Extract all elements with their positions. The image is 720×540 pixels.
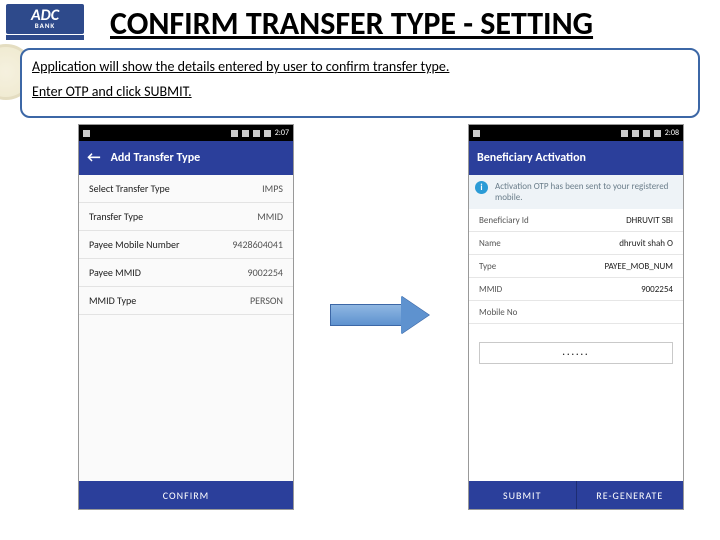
phone-screenshot-right: 2:08 Beneficiary Activation i Activation… [468, 124, 684, 510]
row-label: Payee MMID [89, 266, 141, 279]
footer-buttons: CONFIRM [79, 481, 293, 509]
detail-row: Payee Mobile Number 9428604041 [79, 231, 293, 259]
detail-row: Transfer Type MMID [79, 203, 293, 231]
phone-body: i Activation OTP has been sent to your r… [469, 175, 683, 481]
app-bar: Beneficiary Activation [469, 141, 683, 175]
back-arrow-icon[interactable]: ← [87, 151, 101, 166]
bank-logo: ADC BANK [6, 4, 84, 34]
detail-row: MMID 9002254 [469, 278, 683, 301]
otp-input[interactable]: ······ [479, 342, 673, 364]
detail-row: Name dhruvit shah O [469, 232, 683, 255]
detail-row: Select Transfer Type IMPS [79, 175, 293, 203]
status-bar: 2:08 [469, 125, 683, 141]
regenerate-button[interactable]: RE-GENERATE [577, 481, 684, 509]
info-banner: i Activation OTP has been sent to your r… [469, 175, 683, 209]
flow-arrow-icon [330, 296, 440, 334]
submit-button[interactable]: SUBMIT [469, 481, 577, 509]
logo-underline [6, 35, 84, 40]
slide-title: CONFIRM TRANSFER TYPE - SETTING [110, 4, 593, 43]
detail-row: Payee MMID 9002254 [79, 259, 293, 287]
row-value: 9002254 [248, 266, 283, 279]
status-icon [473, 130, 480, 137]
row-label: Type [479, 261, 496, 272]
app-bar: ← Add Transfer Type [79, 141, 293, 175]
detail-row: MMID Type PERSON [79, 287, 293, 315]
wifi-icon [621, 130, 628, 137]
row-value: PERSON [250, 294, 283, 307]
row-value: MMID [257, 210, 283, 223]
row-label: Payee Mobile Number [89, 238, 180, 251]
info-icon: i [475, 181, 488, 194]
alarm-icon [643, 130, 650, 137]
row-label: Beneficiary Id [479, 215, 529, 226]
description-line-1: Application will show the details entere… [32, 58, 688, 75]
row-value: DHRUVIT SBI [626, 215, 673, 226]
wifi-icon [231, 130, 238, 137]
confirm-button[interactable]: CONFIRM [79, 481, 293, 509]
row-label: Select Transfer Type [89, 182, 170, 195]
row-label: Mobile No [479, 307, 517, 318]
detail-row: Beneficiary Id DHRUVIT SBI [469, 209, 683, 232]
description-box: Application will show the details entere… [20, 48, 700, 118]
status-bar: 2:07 [79, 125, 293, 141]
row-label: Transfer Type [89, 210, 143, 223]
battery-icon [264, 130, 271, 137]
app-bar-title: Add Transfer Type [111, 151, 201, 165]
row-value: dhruvit shah O [619, 238, 673, 249]
description-line-2: Enter OTP and click SUBMIT. [32, 83, 688, 100]
info-text: Activation OTP has been sent to your reg… [495, 181, 668, 203]
row-value: 9002254 [641, 284, 673, 295]
signal-icon [632, 130, 639, 137]
detail-row: Mobile No [469, 301, 683, 324]
status-icon [83, 130, 90, 137]
app-bar-title: Beneficiary Activation [477, 151, 586, 165]
row-value: IMPS [262, 182, 283, 195]
alarm-icon [253, 130, 260, 137]
row-label: MMID [479, 284, 502, 295]
detail-row: Type PAYEE_MOB_NUM [469, 255, 683, 278]
status-time: 2:07 [275, 128, 289, 138]
battery-icon [654, 130, 661, 137]
status-time: 2:08 [665, 128, 679, 138]
row-label: MMID Type [89, 294, 136, 307]
otp-value: ······ [562, 347, 589, 360]
signal-icon [242, 130, 249, 137]
row-value: PAYEE_MOB_NUM [604, 261, 673, 272]
row-label: Name [479, 238, 501, 249]
footer-buttons: SUBMIT RE-GENERATE [469, 481, 683, 509]
phone-screenshot-left: 2:07 ← Add Transfer Type Select Transfer… [78, 124, 294, 510]
row-value: 9428604041 [232, 238, 283, 251]
logo-sub: BANK [35, 23, 56, 29]
phone-body: Select Transfer Type IMPS Transfer Type … [79, 175, 293, 481]
